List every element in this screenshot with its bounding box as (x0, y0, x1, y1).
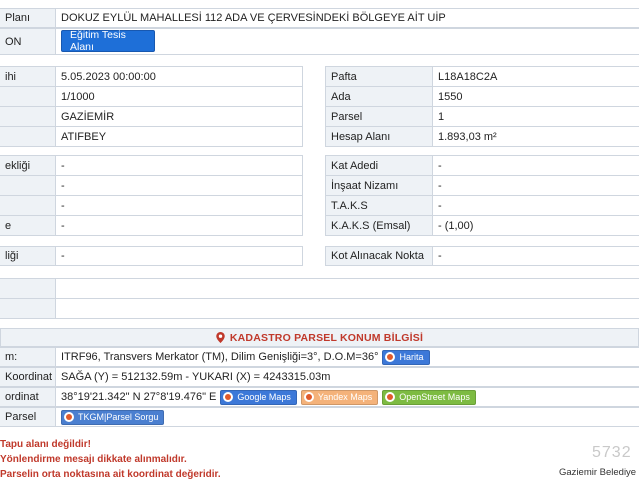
osm-icon (385, 392, 396, 402)
osm-button[interactable]: OpenStreet Maps (382, 389, 476, 405)
right1-label-2: Ada (325, 86, 433, 107)
kad-row3-value: 38°19'21.342" N 27°8'19.476" E Google Ma… (55, 387, 639, 407)
tkgm-button[interactable]: TKGM|Parsel Sorgu (61, 409, 165, 425)
tkgm-label: TKGM|Parsel Sorgu (78, 412, 159, 422)
osm-label: OpenStreet Maps (399, 392, 470, 402)
projection-text: ITRF96, Transvers Merkator (TM), Dilim G… (61, 351, 379, 363)
yandex-maps-label: Yandex Maps (317, 392, 373, 402)
kad-row1-value: ITRF96, Transvers Merkator (TM), Dilim G… (55, 347, 639, 367)
left1-label-4 (0, 126, 56, 147)
kadastro-title: KADASTRO PARSEL KONUM BİLGİSİ (229, 331, 424, 344)
right1-label-4: Hesap Alanı (325, 126, 433, 147)
empty-row-2-value (55, 298, 639, 319)
left2-value-2: - (55, 175, 303, 196)
right1-label-1: Pafta (325, 66, 433, 87)
right1-value-3: 1 (432, 106, 639, 127)
right2-value-3: - (432, 195, 639, 216)
kadastro-header: KADASTRO PARSEL KONUM BİLGİSİ (0, 328, 639, 347)
kad-row2-value: SAĞA (Y) = 512132.59m - YUKARI (X) = 424… (55, 367, 639, 387)
left2-value-3: - (55, 195, 303, 216)
right1-value-1: L18A18C2A (432, 66, 639, 87)
left1-label-2 (0, 86, 56, 107)
harita-label: Harita (399, 352, 424, 362)
left2-label-2 (0, 175, 56, 196)
left2-label-1: ekliği (0, 155, 56, 176)
empty-row-1-value (55, 278, 639, 299)
warning-yonlendirme: Yönlendirme mesajı dikkate alınmalıdır. (0, 454, 187, 465)
left1-label-1: ihi (0, 66, 56, 87)
plan-label: Planı (0, 8, 56, 28)
harita-button[interactable]: Harita (382, 349, 430, 365)
left1-value-2: 1/1000 (55, 86, 303, 107)
left1-value-1: 5.05.2023 00:00:00 (55, 66, 303, 87)
egitim-tesis-button[interactable]: Eğitim Tesis Alanı (61, 29, 155, 53)
right1-value-4: 1.893,03 m² (432, 126, 639, 147)
harita-icon (385, 352, 396, 362)
left1-value-4: ATIFBEY (55, 126, 303, 147)
plan-value: DOKUZ EYLÜL MAHALLESİ 112 ADA VE ÇERVESİ… (55, 8, 639, 28)
left2-label-3 (0, 195, 56, 216)
left2-label-4: e (0, 215, 56, 236)
google-maps-button[interactable]: Google Maps (220, 389, 297, 405)
empty-row-1-label (0, 278, 56, 299)
kad-row2-label: Koordinat (0, 367, 56, 387)
warning-koordinat: Parselin orta noktasına ait koordinat de… (0, 469, 221, 480)
municipality-footer: Gaziemir Belediye (559, 467, 637, 478)
geo-coordinate-text: 38°19'21.342" N 27°8'19.476" E (61, 391, 217, 403)
left2-value-1: - (55, 155, 303, 176)
right1-value-2: 1550 (432, 86, 639, 107)
right2-label-2: İnşaat Nizamı (325, 175, 433, 196)
kad-row1-label: m: (0, 347, 56, 367)
left3-label: liği (0, 246, 56, 266)
right2-label-1: Kat Adedi (325, 155, 433, 176)
kad-row3-label: ordinat (0, 387, 56, 407)
map-pin-icon (216, 332, 225, 343)
watermark: 5732 (592, 444, 632, 461)
yandex-maps-icon (303, 392, 314, 402)
right2-value-1: - (432, 155, 639, 176)
right2-value-2: - (432, 175, 639, 196)
kot-label: Kot Alınacak Nokta (325, 246, 433, 266)
left1-label-3 (0, 106, 56, 127)
kad-row4-label: Parsel (0, 407, 56, 427)
right1-label-3: Parsel (325, 106, 433, 127)
tkgm-icon (64, 412, 74, 422)
warning-tapu: Tapu alanı değildir! (0, 439, 91, 450)
empty-row-2-label (0, 298, 56, 319)
right2-label-3: T.A.K.S (325, 195, 433, 216)
left2-value-4: - (55, 215, 303, 236)
google-maps-label: Google Maps (237, 392, 291, 402)
kot-value: - (432, 246, 639, 266)
kad-row4-value: TKGM|Parsel Sorgu (55, 407, 639, 427)
yandex-maps-button[interactable]: Yandex Maps (300, 389, 379, 405)
google-maps-icon (223, 392, 234, 402)
left1-value-3: GAZİEMİR (55, 106, 303, 127)
fon-label: ON (0, 28, 56, 55)
right2-value-4: - (1,00) (432, 215, 639, 236)
left3-value: - (55, 246, 303, 266)
right2-label-4: K.A.K.S (Emsal) (325, 215, 433, 236)
